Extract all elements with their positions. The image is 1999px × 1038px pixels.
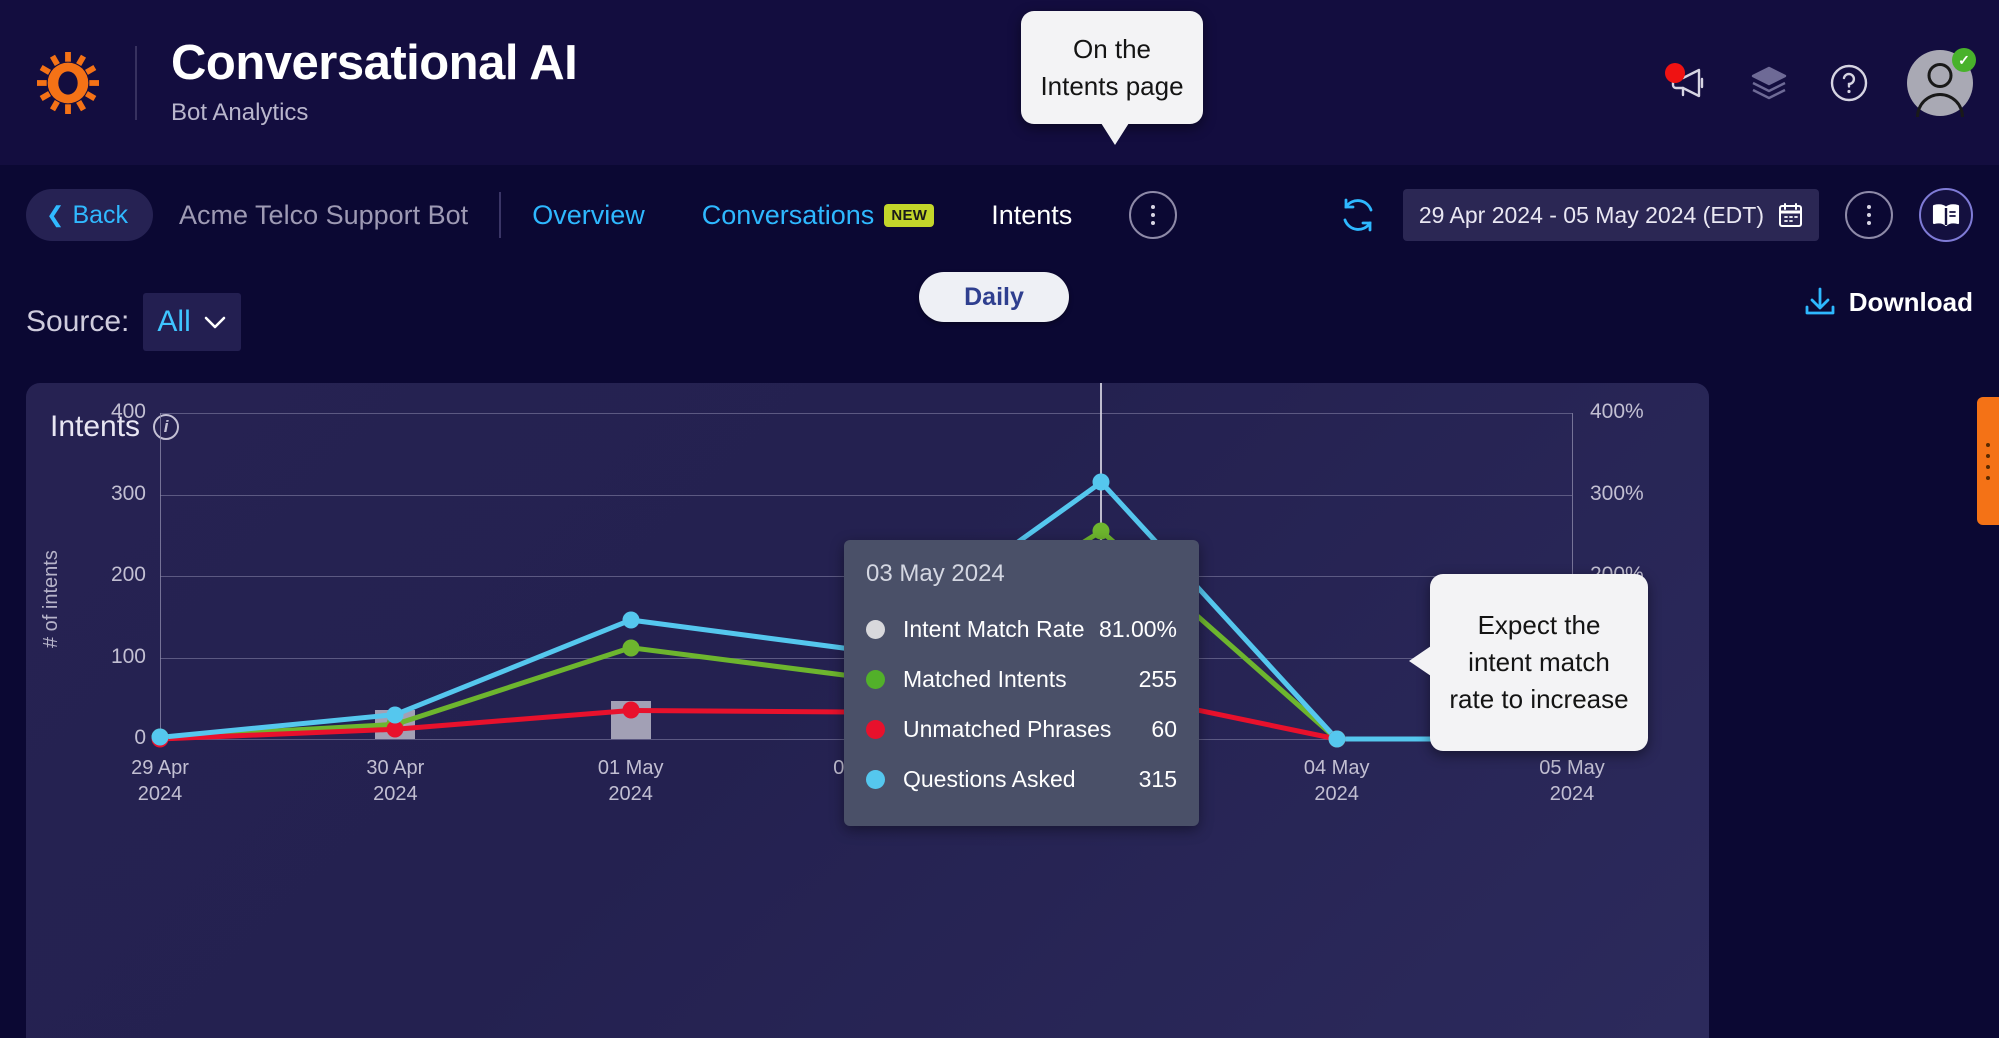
app-header: Conversational AI Bot Analytics ✓ [0, 0, 1999, 165]
date-range-picker[interactable]: 29 Apr 2024 - 05 May 2024 (EDT) [1402, 189, 1819, 241]
callout-line: Intents page [1040, 70, 1184, 101]
tooltip-row: Unmatched Phrases 60 [866, 704, 1177, 754]
back-button-label: Back [72, 200, 129, 229]
tooltip-series-name: Matched Intents [903, 665, 1067, 692]
header-actions: ✓ [1665, 0, 1976, 165]
tab-conversations-wrap: Conversations NEW [702, 200, 935, 231]
callout-tail [1101, 123, 1129, 145]
tooltip-row: Intent Match Rate 81.00% [866, 604, 1177, 654]
series-color-swatch [866, 619, 885, 639]
download-button[interactable]: Download [1803, 286, 1973, 318]
tooltip-series-name: Intent Match Rate [903, 615, 1085, 642]
refresh-icon[interactable] [1339, 196, 1377, 234]
series-point [622, 639, 640, 657]
chevron-down-icon [204, 316, 226, 328]
series-color-swatch [866, 719, 885, 739]
header-divider [135, 45, 137, 120]
avatar-head [1927, 62, 1953, 88]
help-circle-icon[interactable] [1827, 61, 1871, 105]
callout-line: intent match [1468, 647, 1610, 678]
callout-line: On the [1072, 33, 1152, 64]
series-point [151, 728, 169, 746]
help-glyph [1830, 64, 1868, 101]
callout-tail [1409, 646, 1431, 676]
layers-glyph [1751, 66, 1787, 99]
calendar-icon [1779, 203, 1802, 227]
tab-overview[interactable]: Overview [532, 200, 645, 231]
tab-overflow-menu-icon[interactable] [1129, 191, 1178, 239]
nav-divider [499, 192, 502, 238]
guide-book-button[interactable] [1919, 188, 1973, 242]
series-point [1328, 730, 1346, 748]
bot-nav-bar: ❮ Back Acme Telco Support Bot Overview C… [0, 165, 1999, 265]
series-point [622, 611, 640, 629]
download-icon [1805, 287, 1835, 315]
source-label: Source: [26, 304, 130, 338]
megaphone-icon[interactable] [1665, 61, 1711, 105]
tooltip-series-name: Unmatched Phrases [903, 715, 1112, 742]
chart-hover-tooltip: 03 May 2024 Intent Match Rate 81.00% Match… [844, 540, 1199, 826]
series-point [1092, 522, 1110, 540]
layers-icon[interactable] [1747, 61, 1791, 105]
source-value: All [157, 304, 191, 338]
series-point [622, 701, 640, 719]
tooltip-row: Matched Intents 255 [866, 654, 1177, 704]
series-color-swatch [866, 669, 885, 689]
callout-line: rate to increase [1449, 683, 1629, 714]
page-title: Conversational AI [171, 36, 578, 91]
avatar-body [1916, 92, 1964, 117]
book-icon [1932, 204, 1960, 227]
series-point [386, 720, 404, 738]
series-point [1092, 473, 1110, 491]
tooltip-row: Questions Asked 315 [866, 754, 1177, 804]
tab-conversations[interactable]: Conversations [702, 200, 875, 231]
download-label: Download [1848, 286, 1973, 317]
granularity-label: Daily [964, 282, 1024, 311]
callout-intents-page: On the Intents page [1021, 11, 1203, 145]
callout-expectation: Expect the intent match rate to increase [1409, 574, 1648, 751]
logo-container [0, 51, 135, 114]
page-overflow-menu-icon[interactable] [1845, 191, 1893, 239]
series-point [386, 706, 404, 724]
header-titles: Conversational AI Bot Analytics [171, 36, 578, 126]
notification-badge [1665, 62, 1685, 83]
tab-overview-wrap: Overview [532, 200, 645, 231]
tooltip-series-value: 81.00% [1098, 615, 1177, 642]
back-button[interactable]: ❮ Back [26, 189, 154, 241]
bot-name: Acme Telco Support Bot [179, 199, 469, 230]
callout-line: Expect the [1477, 610, 1601, 641]
tooltip-series-value: 60 [1151, 715, 1177, 742]
tooltip-date: 03 May 2024 [866, 560, 1005, 587]
tooltip-rows: Intent Match Rate 81.00% Matched Intents 25… [866, 604, 1177, 804]
series-color-swatch [866, 769, 885, 789]
tab-intents[interactable]: Intents [991, 200, 1072, 231]
page-subtitle: Bot Analytics [171, 98, 309, 126]
tooltip-series-value: 315 [1138, 765, 1177, 792]
feedback-side-tab[interactable] [1977, 397, 1999, 525]
date-range-value: 29 Apr 2024 - 05 May 2024 (EDT) [1418, 201, 1764, 228]
tab-intents-wrap: Intents [991, 200, 1072, 231]
new-badge: NEW [884, 203, 935, 227]
analytics-page: Conversational AI Bot Analytics ✓ ❮ Back… [0, 0, 1999, 1038]
tooltip-series-value: 255 [1138, 665, 1177, 692]
granularity-toggle-daily[interactable]: Daily [919, 272, 1069, 322]
source-select[interactable]: All [143, 292, 241, 351]
avatar[interactable]: ✓ [1907, 47, 1976, 117]
nav-right-actions: 29 Apr 2024 - 05 May 2024 (EDT) [1339, 165, 1973, 265]
verified-check-icon: ✓ [1952, 47, 1976, 72]
tooltip-series-name: Questions Asked [903, 765, 1076, 792]
chevron-left-icon: ❮ [46, 202, 65, 227]
gear-icon [36, 51, 99, 114]
